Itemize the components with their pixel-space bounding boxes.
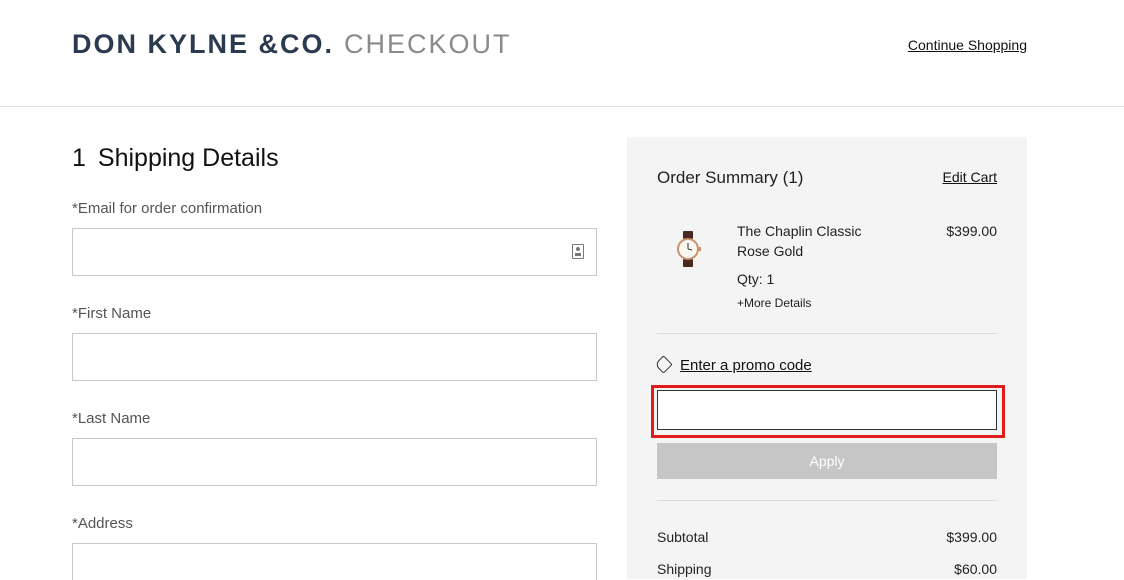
subtotal-label: Subtotal [657, 529, 709, 545]
tag-icon [654, 355, 673, 374]
step-title: Shipping Details [97, 144, 279, 172]
watch-thumbnail [677, 231, 701, 267]
edit-cart-link[interactable]: Edit Cart [943, 169, 997, 185]
subtotal-value: $399.00 [946, 529, 997, 545]
site-header: DON KYLNE &CO. CHECKOUT Continue Shopping [0, 0, 1124, 107]
promo-code-toggle[interactable]: Enter a promo code [654, 355, 812, 374]
item-name: The Chaplin Classic Rose Gold [737, 223, 862, 259]
section-title: 1 Shipping Details [72, 144, 279, 173]
divider [657, 333, 997, 334]
brand-logo: DON KYLNE &CO. CHECKOUT [72, 29, 512, 60]
last-name-label: *Last Name [72, 410, 151, 427]
brand-name: DON KYLNE &CO. [72, 29, 335, 59]
brand-checkout-label: CHECKOUT [344, 29, 512, 59]
order-summary-title: Order Summary (1) [657, 168, 804, 187]
shipping-cost-label: Shipping [657, 561, 712, 577]
apply-button[interactable]: Apply [657, 443, 997, 479]
first-name-label: *First Name [72, 305, 152, 322]
item-price: $399.00 [946, 223, 997, 239]
last-name-field[interactable] [72, 438, 597, 486]
promo-code-input[interactable] [657, 390, 997, 430]
email-label: *Email for order confirmation [72, 200, 263, 217]
address-field[interactable] [72, 543, 597, 580]
contact-card-icon[interactable] [572, 244, 584, 259]
order-summary-panel: Order Summary (1) Edit Cart The Chaplin … [627, 137, 1027, 579]
address-label: *Address [72, 515, 133, 532]
divider [657, 500, 997, 501]
item-quantity: Qty: 1 [737, 271, 775, 287]
step-number: 1 [72, 144, 86, 172]
shipping-cost-value: $60.00 [954, 561, 997, 577]
more-details-link[interactable]: +More Details [737, 296, 811, 310]
first-name-field[interactable] [72, 333, 597, 381]
email-field[interactable] [72, 228, 597, 276]
continue-shopping-link[interactable]: Continue Shopping [908, 37, 1027, 53]
promo-code-label: Enter a promo code [680, 357, 812, 374]
